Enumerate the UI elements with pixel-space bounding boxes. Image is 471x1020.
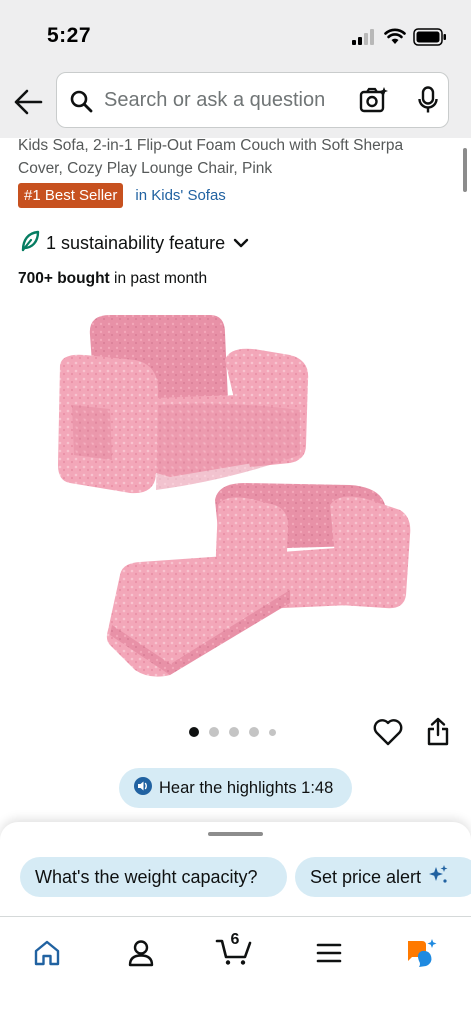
product-title: Kids Sofa, 2-in-1 Flip-Out Foam Couch wi… xyxy=(18,137,404,177)
back-arrow-icon xyxy=(14,89,43,115)
product-image[interactable] xyxy=(50,305,420,690)
status-time: 5:27 xyxy=(47,24,92,47)
camera-search-icon[interactable] xyxy=(359,86,389,119)
status-bar: 5:27 xyxy=(0,0,471,62)
search-input[interactable]: Search or ask a question xyxy=(104,89,325,112)
battery-icon xyxy=(413,28,447,51)
suggestion-chip-price-alert[interactable]: Set price alert xyxy=(295,857,471,897)
best-seller-badge: #1 Best Seller xyxy=(18,183,124,208)
audio-play-icon xyxy=(133,776,153,801)
back-button[interactable] xyxy=(10,84,46,120)
account-icon xyxy=(128,940,154,967)
mic-icon[interactable] xyxy=(418,86,438,119)
chevron-down-icon xyxy=(233,235,249,253)
signal-icon xyxy=(352,29,376,50)
heart-icon xyxy=(373,719,403,746)
pagination-dot-3[interactable] xyxy=(229,727,239,737)
rufus-suggestions-sheet: What's the weight capacity? Set price al… xyxy=(0,822,471,918)
pagination-dot-2[interactable] xyxy=(209,727,219,737)
hear-highlights-button[interactable]: Hear the highlights 1:48 xyxy=(119,768,352,808)
bought-count-rest: in past month xyxy=(109,270,208,287)
nav-home-button[interactable] xyxy=(27,933,67,973)
bought-count-bold: 700+ bought xyxy=(18,270,110,287)
image-pagination[interactable] xyxy=(189,727,286,737)
share-button[interactable] xyxy=(426,717,450,752)
bottom-nav: 6 xyxy=(0,916,471,1020)
suggestion-chip-label: What's the weight capacity? xyxy=(35,866,258,887)
category-link[interactable]: in Kids' Sofas xyxy=(135,187,225,204)
bought-count: 700+ bought in past month xyxy=(18,270,207,288)
nav-menu-button[interactable] xyxy=(309,933,349,973)
share-icon xyxy=(427,717,449,746)
rufus-icon xyxy=(408,939,437,967)
pagination-dot-1[interactable] xyxy=(189,727,199,737)
wifi-icon xyxy=(384,27,406,50)
suggestion-chip-label: Set price alert xyxy=(310,866,422,887)
hear-highlights-label: Hear the highlights 1:48 xyxy=(159,778,334,797)
nav-cart-button[interactable]: 6 xyxy=(214,927,254,967)
search-header: Search or ask a question xyxy=(0,62,471,138)
suggestion-chip-weight[interactable]: What's the weight capacity? xyxy=(20,857,287,897)
sustainability-label: 1 sustainability feature xyxy=(46,233,226,253)
leaf-icon xyxy=(20,230,40,257)
menu-icon xyxy=(316,943,342,963)
search-box[interactable]: Search or ask a question xyxy=(56,72,449,128)
wishlist-button[interactable] xyxy=(373,718,403,751)
sheet-handle[interactable] xyxy=(208,832,263,836)
nav-rufus-button[interactable] xyxy=(402,933,442,973)
search-icon xyxy=(69,89,93,118)
scroll-indicator xyxy=(463,148,467,192)
sparkle-icon xyxy=(427,864,449,891)
pagination-dot-4[interactable] xyxy=(249,727,259,737)
home-icon xyxy=(34,940,60,966)
cart-count-badge: 6 xyxy=(230,931,240,948)
pagination-dot-5[interactable] xyxy=(269,728,276,736)
nav-account-button[interactable] xyxy=(121,933,161,973)
badge-row: #1 Best Seller in Kids' Sofas xyxy=(18,183,226,208)
sustainability-feature[interactable]: 1 sustainability feature xyxy=(20,230,249,257)
